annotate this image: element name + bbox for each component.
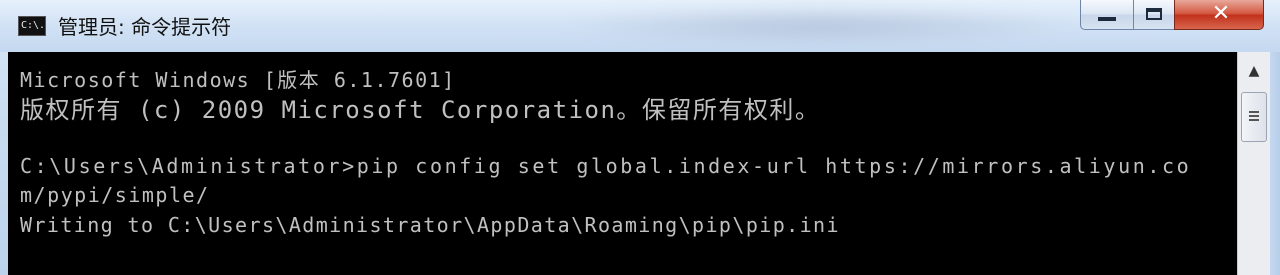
minimize-button[interactable]: [1080, 0, 1134, 30]
maximize-icon: [1146, 8, 1162, 20]
title-bar[interactable]: C:\. 管理员: 命令提示符 ✕: [0, 0, 1280, 52]
cmd-icon[interactable]: C:\.: [18, 16, 46, 36]
minimize-icon: [1098, 17, 1116, 21]
close-button[interactable]: ✕: [1174, 0, 1264, 30]
window-title: 管理员: 命令提示符: [58, 15, 232, 39]
grip-icon: [1249, 111, 1259, 123]
console-line: m/pypi/simple/: [20, 183, 210, 207]
vertical-scrollbar[interactable]: ▲: [1237, 52, 1270, 275]
blurred-background: [560, 6, 1080, 46]
console-output[interactable]: Microsoft Windows [版本 6.1.7601] 版权所有 (c)…: [8, 52, 1237, 275]
maximize-button[interactable]: [1133, 0, 1175, 30]
window-frame-right: [1270, 52, 1280, 275]
command-prompt-window: C:\. 管理员: 命令提示符 ✕ Microsoft Windows [版本 …: [0, 0, 1280, 275]
close-icon: ✕: [1211, 1, 1231, 26]
scroll-up-arrow-icon[interactable]: ▲: [1240, 54, 1268, 88]
scrollbar-thumb[interactable]: [1241, 92, 1267, 142]
console-line: Writing to C:\Users\Administrator\AppDat…: [20, 213, 840, 237]
console-line: C:\Users\Administrator>pip config set gl…: [20, 154, 1192, 178]
console-line: 版权所有 (c) 2009 Microsoft Corporation。保留所有…: [20, 96, 821, 124]
console-line: Microsoft Windows [版本 6.1.7601]: [20, 68, 456, 92]
